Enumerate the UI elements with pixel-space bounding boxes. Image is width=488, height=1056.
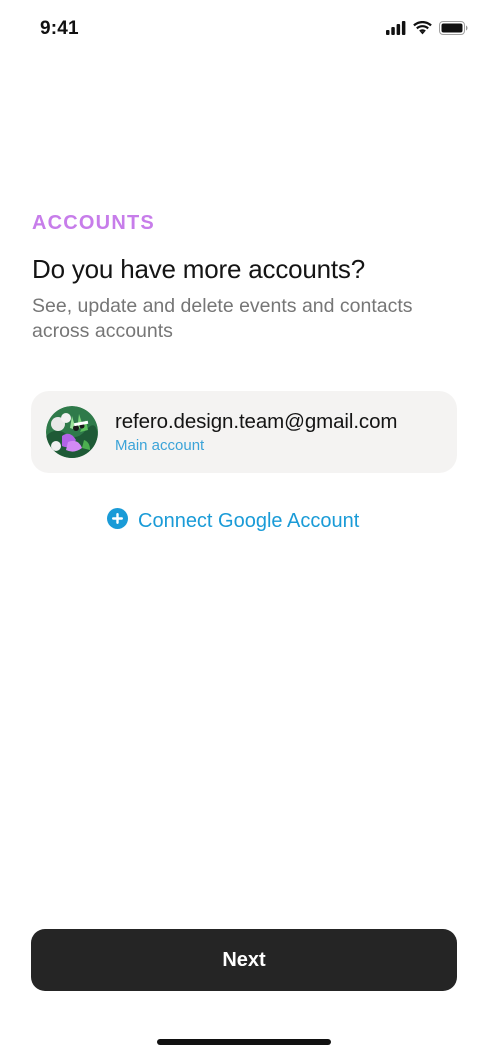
status-icons xyxy=(386,20,468,40)
plus-circle-icon xyxy=(107,508,128,534)
accounts-screen: 9:41 ACCOUNTS Do you have more accounts?… xyxy=(0,0,488,1056)
battery-icon xyxy=(439,20,468,40)
avatar xyxy=(46,406,98,458)
next-button-label: Next xyxy=(222,948,266,971)
connect-google-account-button[interactable]: Connect Google Account xyxy=(107,507,359,535)
account-email: refero.design.team@gmail.com xyxy=(115,410,398,433)
account-label: Main account xyxy=(115,437,205,454)
status-time: 9:41 xyxy=(40,18,79,39)
account-card[interactable]: refero.design.team@gmail.com Main accoun… xyxy=(31,391,457,473)
status-bar: 9:41 xyxy=(0,0,488,60)
section-eyebrow: ACCOUNTS xyxy=(32,212,155,234)
page-subtitle: See, update and delete events and contac… xyxy=(32,295,413,342)
page-title: Do you have more accounts? xyxy=(32,254,365,284)
wifi-icon xyxy=(413,20,432,40)
next-button[interactable]: Next xyxy=(31,929,457,991)
cellular-signal-icon xyxy=(386,20,406,40)
connect-google-account-label: Connect Google Account xyxy=(138,509,360,532)
home-indicator xyxy=(157,1039,331,1045)
